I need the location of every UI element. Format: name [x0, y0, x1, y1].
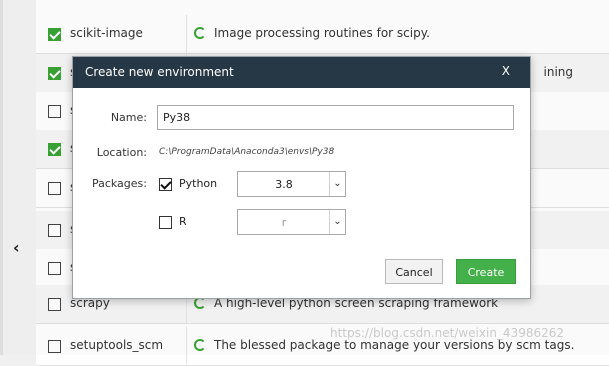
- python-checkbox[interactable]: [159, 178, 172, 191]
- location-value: C:\ProgramData\Anaconda3\envs\Py38: [159, 147, 335, 157]
- python-label: Python: [179, 177, 218, 190]
- chevron-down-icon: ⌄: [329, 172, 345, 196]
- r-version-select: r ⌄: [237, 209, 346, 235]
- python-version-value: 3.8: [275, 178, 293, 191]
- python-version-select[interactable]: 3.8 ⌄: [237, 171, 346, 197]
- close-button[interactable]: X: [502, 64, 510, 78]
- create-environment-dialog: Create new environment X Name: Location:…: [72, 56, 531, 299]
- watermark-text: https://blog.csdn.net/weixin_43986262: [330, 326, 565, 340]
- packages-label: Packages:: [91, 177, 147, 190]
- create-button[interactable]: Create: [456, 259, 516, 284]
- dialog-title: Create new environment: [85, 65, 234, 79]
- r-label: R: [179, 215, 187, 228]
- name-label: Name:: [110, 111, 147, 124]
- environment-name-input[interactable]: [157, 105, 514, 130]
- location-label: Location:: [96, 146, 147, 159]
- cancel-button[interactable]: Cancel: [385, 259, 443, 284]
- r-checkbox[interactable]: [159, 216, 172, 229]
- chevron-down-icon: ⌄: [329, 210, 345, 234]
- dialog-header: Create new environment X: [73, 57, 530, 88]
- r-version-value: r: [281, 216, 287, 229]
